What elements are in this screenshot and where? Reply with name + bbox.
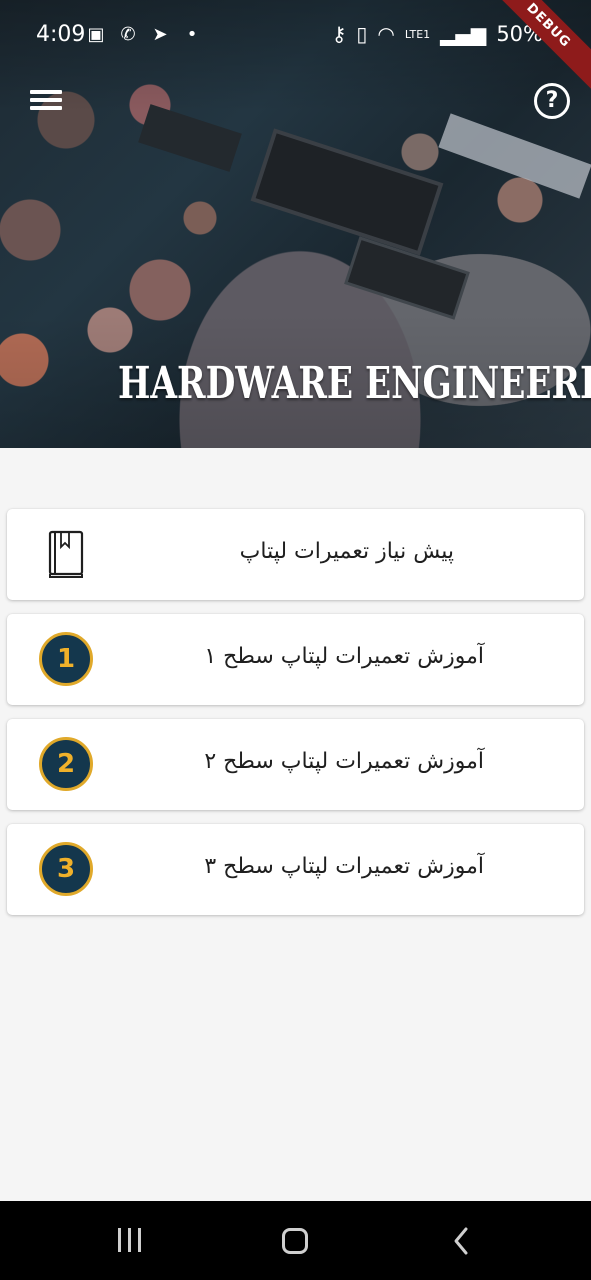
home-icon[interactable] <box>276 1225 316 1257</box>
menu-item-level-3[interactable]: 3 آموزش تعمیرات لپتاپ سطح ۳ <box>7 824 584 915</box>
menu-item-label: آموزش تعمیرات لپتاپ سطح ۲ <box>204 749 484 774</box>
signal-icon: ▂▄▆ <box>440 22 487 46</box>
notification-icons: ▣ ✆ ➤ • <box>86 24 202 45</box>
battery-saver-icon: ▯ <box>356 22 368 46</box>
menu-item-label: پیش نیاز تعمیرات لپتاپ <box>239 539 454 564</box>
menu-item-label: آموزش تعمیرات لپتاپ سطح ۱ <box>204 644 484 669</box>
call-icon: ✆ <box>120 24 136 45</box>
vpn-key-icon: ⚷ <box>331 22 347 46</box>
level-2-badge-icon: 2 <box>39 737 93 791</box>
back-icon[interactable] <box>444 1225 484 1257</box>
menu-item-label: آموزش تعمیرات لپتاپ سطح ۳ <box>204 854 484 879</box>
recents-icon[interactable] <box>112 1225 152 1257</box>
level-3-badge-icon: 3 <box>39 842 93 896</box>
level-1-badge-icon: 1 <box>39 632 93 686</box>
question-circle-icon[interactable]: ? <box>534 83 570 119</box>
network-type: LTE1 <box>404 27 431 41</box>
book-icon <box>48 530 84 578</box>
status-bar: 4:09 ▣ ✆ ➤ • ⚷ ▯ ◠ LTE1 ▂▄▆ 50% DEBUG <box>0 0 591 97</box>
hamburger-menu-icon[interactable] <box>28 86 64 114</box>
menu-item-level-1[interactable]: 1 آموزش تعمیرات لپتاپ سطح ۱ <box>7 614 584 705</box>
telegram-icon: ➤ <box>152 24 168 45</box>
page-title: HARDWARE ENGINEERING <box>118 358 591 409</box>
dot-icon: • <box>186 24 198 45</box>
system-icons: ⚷ ▯ ◠ LTE1 ▂▄▆ 50% <box>332 22 543 46</box>
app-screen: HARDWARE ENGINEERING 4:09 ▣ ✆ ➤ • ⚷ ▯ ◠ … <box>0 0 591 1280</box>
menu-item-prerequisites[interactable]: پیش نیاز تعمیرات لپتاپ <box>7 509 584 600</box>
status-time: 4:09 <box>36 22 86 47</box>
gallery-icon: ▣ <box>87 24 105 45</box>
menu-item-level-2[interactable]: 2 آموزش تعمیرات لپتاپ سطح ۲ <box>7 719 584 810</box>
wifi-icon: ◠ <box>377 22 395 46</box>
system-nav-bar <box>0 1201 591 1280</box>
